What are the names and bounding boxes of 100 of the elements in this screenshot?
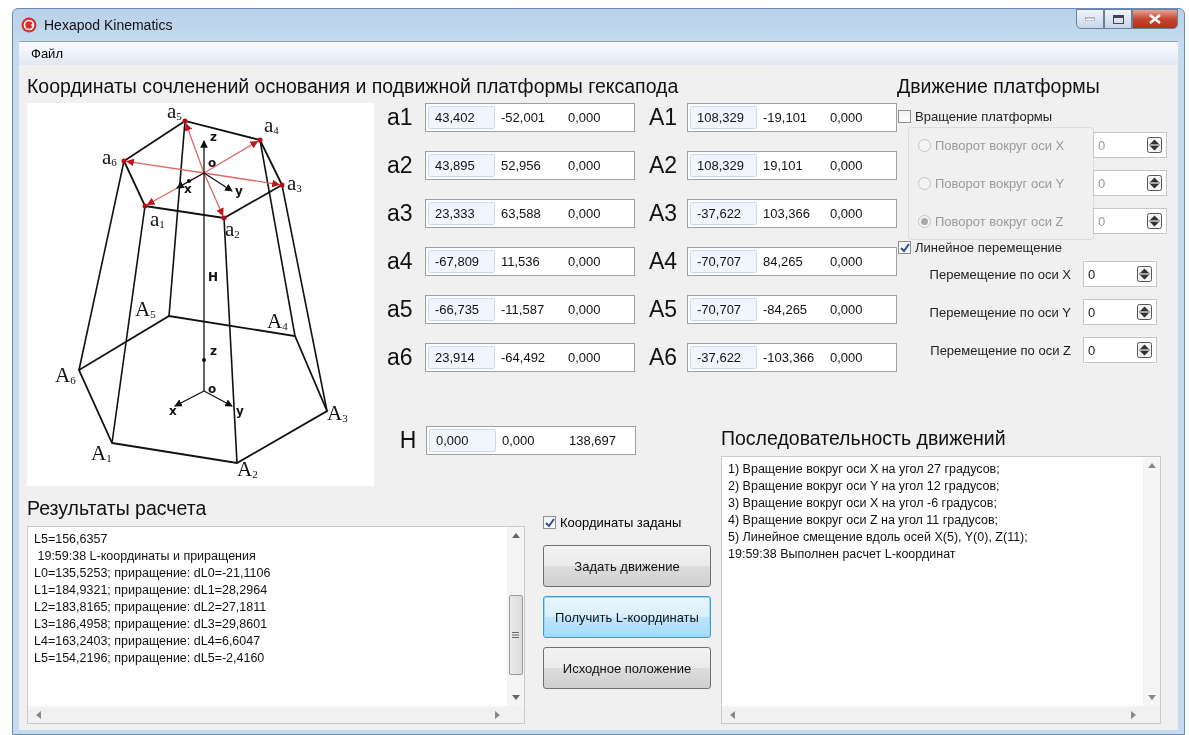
coordinate-value[interactable]: 138,697: [563, 429, 630, 452]
radio-button[interactable]: [918, 214, 931, 228]
close-icon: [1149, 14, 1161, 24]
coordinate-value[interactable]: 0,000: [562, 250, 629, 273]
spin-arrows-icon: [1147, 175, 1162, 191]
coordinate-value[interactable]: -37,622: [690, 202, 757, 225]
minimize-button[interactable]: [1076, 9, 1104, 29]
spin-box[interactable]: 0: [1083, 299, 1157, 325]
coordinate-value[interactable]: 0,000: [562, 298, 629, 321]
window-title: Hexapod Kinematics: [44, 17, 173, 33]
section-title: Результаты расчета: [27, 497, 208, 520]
results-log[interactable]: [27, 526, 525, 724]
checkbox[interactable]: [543, 516, 556, 529]
coordinate-value[interactable]: 23,333: [428, 202, 495, 225]
coordinate-value[interactable]: 0,000: [824, 202, 891, 225]
diagram-label: a$_{1}$: [150, 209, 165, 230]
scroll-left-icon[interactable]: [36, 710, 41, 719]
section-title: Последовательность движений: [721, 427, 1007, 450]
diagram-label: o: [208, 383, 217, 395]
log-line: L4=163,2403; приращение: dL4=6,6047: [34, 633, 262, 650]
coordinate-value[interactable]: 23,914: [428, 346, 495, 369]
log-line: 4) Вращение вокруг оси Z на угол 11 градусов;: [728, 512, 1000, 529]
spin-box[interactable]: 0: [1083, 261, 1157, 287]
coordinate-value[interactable]: 63,588: [495, 202, 562, 225]
scroll-right-icon[interactable]: [495, 710, 500, 719]
scroll-up-icon[interactable]: [1147, 463, 1156, 468]
log-line: 2) Вращение вокруг оси Y на угол 12 градусов;: [728, 478, 1001, 495]
joint-label: a4: [387, 248, 414, 275]
radio-button[interactable]: [918, 138, 931, 152]
horizontal-scrollbar[interactable]: [28, 706, 524, 723]
coordinate-value[interactable]: -84,265: [757, 298, 824, 321]
coordinate-value[interactable]: 108,329: [690, 154, 757, 177]
coordinate-value[interactable]: -37,622: [690, 346, 757, 369]
scroll-up-icon[interactable]: [511, 533, 520, 538]
action-button[interactable]: Задать движение: [543, 545, 711, 587]
scroll-right-icon[interactable]: [1131, 710, 1136, 719]
joint-label: a5: [387, 296, 414, 323]
spin-arrows-icon: [1137, 342, 1152, 358]
coordinate-value[interactable]: 0,000: [429, 429, 496, 452]
diagram-label: y: [236, 405, 244, 417]
diagram-label: A$_{3}$: [327, 403, 348, 424]
diagram-label: A$_{4}$: [267, 311, 288, 332]
coordinate-value[interactable]: 0,000: [496, 429, 563, 452]
coordinate-value[interactable]: -103,366: [757, 346, 824, 369]
radio-button[interactable]: [918, 176, 931, 190]
log-line: 5) Линейное смещение вдоль осей X(5), Y(0), Z(11);: [728, 529, 1029, 546]
coordinate-value[interactable]: 0,000: [562, 106, 629, 129]
coordinate-value[interactable]: -66,735: [428, 298, 495, 321]
action-button[interactable]: Исходное положение: [543, 647, 711, 689]
scroll-down-icon[interactable]: [1147, 695, 1156, 700]
coordinate-value[interactable]: 11,536: [495, 250, 562, 273]
joint-label: A4: [649, 248, 679, 275]
coordinate-value[interactable]: 0,000: [824, 346, 891, 369]
diagram-label: A$_{2}$: [237, 459, 258, 480]
sequence-log[interactable]: [721, 456, 1161, 724]
coordinate-value[interactable]: 0,000: [562, 202, 629, 225]
vertical-scrollbar[interactable]: [507, 527, 524, 706]
vertical-scrollbar[interactable]: [1143, 457, 1160, 706]
joint-label: A3: [649, 200, 679, 227]
coordinate-value[interactable]: 52,956: [495, 154, 562, 177]
coordinate-value[interactable]: 19,101: [757, 154, 824, 177]
coordinate-value[interactable]: -11,587: [495, 298, 562, 321]
coordinate-value[interactable]: -67,809: [428, 250, 495, 273]
coordinate-value[interactable]: -70,707: [690, 250, 757, 273]
coordinate-value[interactable]: 43,402: [428, 106, 495, 129]
coordinate-value[interactable]: 0,000: [562, 154, 629, 177]
scroll-down-icon[interactable]: [511, 695, 520, 700]
diagram-label: a$_{4}$: [264, 115, 279, 136]
scroll-left-icon[interactable]: [730, 710, 735, 719]
close-button[interactable]: [1132, 9, 1178, 29]
spin-box[interactable]: 0: [1083, 337, 1157, 363]
coordinate-value[interactable]: 0,000: [562, 346, 629, 369]
action-button[interactable]: Получить L-координаты: [543, 596, 711, 638]
coordinate-value[interactable]: -52,001: [495, 106, 562, 129]
coordinate-value[interactable]: 108,329: [690, 106, 757, 129]
log-line: 19:59:38 Выполнен расчет L-координат: [728, 546, 957, 563]
maximize-button[interactable]: [1104, 9, 1132, 29]
coordinate-value[interactable]: -19,101: [757, 106, 824, 129]
checkbox[interactable]: [898, 110, 911, 123]
horizontal-scrollbar[interactable]: [722, 706, 1160, 723]
axis-label: Перемещение по оси Z: [930, 342, 1071, 358]
spin-arrows-icon: [1137, 266, 1152, 282]
coordinate-value[interactable]: 0,000: [824, 106, 891, 129]
menu-item[interactable]: Файл: [31, 46, 63, 61]
log-line: 3) Вращение вокруг оси X на угол -6 градусов;: [728, 495, 998, 512]
coordinate-value[interactable]: 103,366: [757, 202, 824, 225]
checkbox-label: Линейное перемещение: [915, 240, 1063, 255]
checkbox[interactable]: [898, 241, 911, 254]
coordinate-value[interactable]: 0,000: [824, 250, 891, 273]
joint-label: a6: [387, 344, 414, 371]
axis-label: Перемещение по оси Y: [929, 304, 1071, 320]
log-line: L3=186,4958; приращение: dL3=29,8601: [34, 616, 269, 633]
scrollbar-thumb[interactable]: [508, 595, 523, 675]
coordinate-value[interactable]: 0,000: [824, 298, 891, 321]
coordinate-value[interactable]: 0,000: [824, 154, 891, 177]
coordinate-value[interactable]: 43,895: [428, 154, 495, 177]
joint-label: a1: [387, 104, 414, 131]
coordinate-value[interactable]: -70,707: [690, 298, 757, 321]
coordinate-value[interactable]: 84,265: [757, 250, 824, 273]
coordinate-value[interactable]: -64,492: [495, 346, 562, 369]
